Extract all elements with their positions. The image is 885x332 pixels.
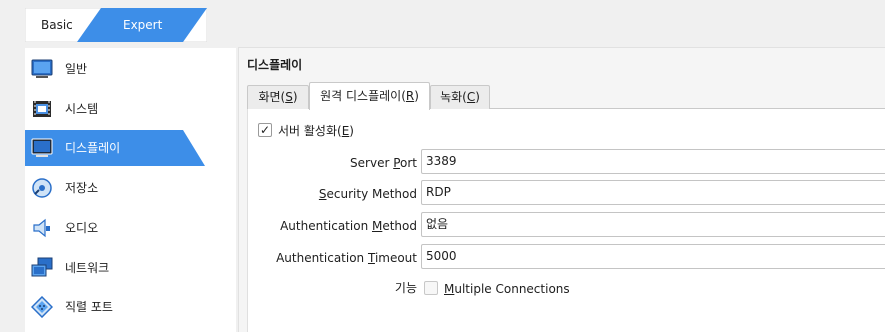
sidebar-item-label: 오디오 (65, 221, 99, 235)
tab-remote-display-label: 원격 디스플레이(R) (320, 89, 419, 103)
sidebar-item-system[interactable]: 시스템 (25, 91, 207, 127)
auth-method-select[interactable]: 없음 (421, 212, 885, 237)
disk-icon (31, 177, 53, 199)
chip-icon (31, 98, 53, 120)
tab-screen-label: 화면(S) (258, 90, 298, 104)
features-label: 기능 (394, 281, 417, 295)
multiple-connections-checkbox[interactable] (424, 281, 438, 295)
security-method-label: Security Method (318, 187, 417, 201)
sidebar-item-label: 직렬 포트 (65, 300, 113, 314)
network-icon (31, 257, 53, 279)
speaker-icon (31, 217, 53, 239)
multiple-connections-label: Multiple Connections (444, 282, 570, 296)
sidebar-item-network[interactable]: 네트워크 (25, 250, 207, 286)
sidebar-item-label: 저장소 (65, 181, 99, 195)
sidebar-item-label: 디스플레이 (65, 141, 121, 155)
security-method-input[interactable]: RDP (421, 180, 885, 205)
basic-mode-button[interactable]: Basic (41, 18, 73, 32)
auth-method-label: Authentication Method (280, 219, 417, 233)
sidebar-item-general[interactable]: 일반 (25, 51, 207, 87)
expert-mode-button[interactable]: Expert (123, 18, 162, 32)
auth-timeout-label: Authentication Timeout (276, 251, 417, 265)
auth-timeout-input[interactable]: 5000 (421, 244, 885, 269)
monitor-icon (31, 58, 53, 80)
tab-screen[interactable]: 화면(S) (247, 85, 309, 109)
mode-switch: Basic Expert (25, 8, 207, 42)
sidebar-item-audio[interactable]: 오디오 (25, 210, 207, 246)
sidebar-item-label: 네트워크 (65, 261, 110, 275)
sidebar-item-display[interactable]: 디스플레이 (25, 130, 207, 166)
page-title: 디스플레이 (247, 58, 303, 72)
server-port-label: Server Port (350, 156, 417, 170)
sidebar-item-storage[interactable]: 저장소 (25, 170, 207, 206)
serial-port-icon (30, 295, 54, 319)
server-port-input[interactable]: 3389 (421, 149, 885, 174)
display-icon (31, 137, 53, 159)
enable-server-checkbox[interactable]: ✓ (258, 123, 272, 137)
enable-server-label: 서버 활성화(E) (278, 124, 354, 138)
tab-recording[interactable]: 녹화(C) (430, 85, 490, 109)
tab-remote-display[interactable]: 원격 디스플레이(R) (309, 82, 430, 110)
sidebar-item-serial-port[interactable]: 직렬 포트 (25, 289, 207, 325)
tab-recording-label: 녹화(C) (440, 90, 480, 104)
sidebar-item-label: 일반 (65, 62, 88, 76)
sidebar-item-label: 시스템 (65, 102, 99, 116)
